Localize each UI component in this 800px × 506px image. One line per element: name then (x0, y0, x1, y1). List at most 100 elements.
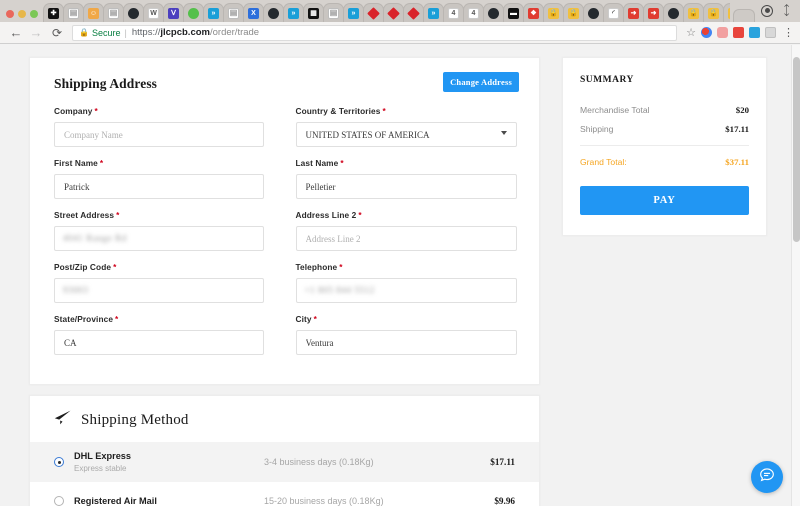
circle-icon (188, 7, 199, 19)
tab-chevron-2[interactable]: » (283, 3, 304, 22)
tab-pin[interactable]: ❖ (523, 3, 544, 22)
shipping-option-row[interactable]: Registered Air Mail 15-20 business days (… (30, 482, 539, 506)
redacted-telephone[interactable]: +1 805 844 5512 (295, 278, 517, 303)
tab-four-2[interactable]: 4 (463, 3, 484, 22)
arrow-right-icon: ➜ (628, 7, 639, 19)
redacted-post-zip-code[interactable]: 93003 (54, 278, 264, 303)
maximize-window-button[interactable] (30, 10, 38, 18)
adblock-ext-icon[interactable] (733, 27, 744, 38)
forward-button[interactable]: → (26, 25, 46, 40)
pay-button[interactable]: PAY (580, 186, 749, 215)
select-country[interactable] (295, 122, 517, 147)
tab-github-3[interactable] (483, 3, 504, 22)
new-tab-button[interactable] (733, 9, 756, 22)
browser-toolbar: ← → ⟳ 🔒 Secure | https:// jlcpcb.com /or… (0, 22, 800, 44)
field-city: City * (286, 314, 517, 355)
change-address-button[interactable]: Change Address (443, 72, 519, 92)
tab-diamond-1[interactable] (363, 3, 384, 22)
tab-github-5[interactable] (663, 3, 684, 22)
scrollbar-thumb[interactable] (793, 57, 800, 242)
tab-excel[interactable]: X (243, 3, 264, 22)
tab-lock-5[interactable]: 🔒 (723, 3, 731, 22)
tab-github-4[interactable] (583, 3, 604, 22)
misc-ext-icon[interactable] (765, 27, 776, 38)
input-last-name[interactable] (295, 174, 517, 199)
tab-four-1[interactable]: 4 (443, 3, 464, 22)
expand-icon[interactable]: ⤢ (778, 2, 795, 19)
tab-wiki[interactable]: W (143, 3, 164, 22)
shipping-option-name: DHL Express (74, 451, 132, 461)
redacted-street-address[interactable]: 4041 Range Rd (54, 226, 264, 251)
tab-doc-3[interactable]: ▤ (223, 3, 244, 22)
input-company[interactable] (54, 122, 264, 147)
tab-emoji[interactable]: ☺ (83, 3, 104, 22)
required-marker: * (113, 262, 117, 272)
bookmark-star-icon[interactable]: ☆ (686, 26, 696, 39)
tab-arrow-1[interactable]: ➜ (623, 3, 644, 22)
input-state-province[interactable] (54, 330, 264, 355)
tab-terminal[interactable]: ▬ (503, 3, 524, 22)
radio-shipping-option-1[interactable] (54, 496, 64, 506)
tab-green[interactable] (183, 3, 204, 22)
required-marker: * (94, 106, 98, 116)
tab-github-1[interactable] (123, 3, 144, 22)
address-bar[interactable]: 🔒 Secure | https:// jlcpcb.com /order/tr… (72, 24, 678, 41)
lock-icon: 🔒 (728, 7, 731, 19)
tab-doc-1[interactable]: ▤ (63, 3, 84, 22)
required-marker: * (358, 210, 362, 220)
tab-lock-1[interactable]: 🔒 (543, 3, 564, 22)
window-controls[interactable] (4, 10, 43, 22)
label-street-address: Street Address * (54, 210, 120, 220)
tab-lock-4[interactable]: 🔒 (703, 3, 724, 22)
input-first-name[interactable] (54, 174, 264, 199)
plus-icon: ✚ (48, 7, 59, 19)
summary-title: SUMMARY (580, 75, 634, 85)
tab-chevron-1[interactable]: » (203, 3, 224, 22)
input-telephone[interactable] (295, 278, 517, 303)
profile-avatar-icon[interactable] (761, 4, 774, 17)
lock-icon: 🔒 (548, 7, 559, 19)
tab-arrow-2[interactable]: ➜ (643, 3, 664, 22)
tab-diamond-2[interactable] (383, 3, 404, 22)
reload-button[interactable]: ⟳ (46, 26, 68, 40)
support-chat-button[interactable] (751, 461, 783, 493)
terminal-icon: ▬ (508, 7, 519, 19)
tab-app-blue[interactable]: ᐯ (163, 3, 184, 22)
input-city[interactable] (295, 330, 517, 355)
input-address-line-2[interactable] (295, 226, 517, 251)
tab-chevron-3[interactable]: » (343, 3, 364, 22)
tab-list: ✚▤☺▤Wᐯ»▤X»▦▤»»44▬❖🔒🔒◜➜➜🔒🔒🔒▶3D✕◑ (43, 1, 731, 22)
input-post-zip-code[interactable] (54, 278, 264, 303)
shipping-option-row[interactable]: DHL Express Express stable 3-4 business da… (30, 442, 539, 482)
back-button[interactable]: ← (6, 25, 26, 40)
cloud-ext-icon[interactable] (717, 27, 728, 38)
github-icon (488, 7, 499, 19)
tab-diamond-3[interactable] (403, 3, 424, 22)
input-street-address[interactable] (54, 226, 264, 251)
tab-github-2[interactable] (263, 3, 284, 22)
label-city: City * (295, 314, 317, 324)
input-country[interactable] (295, 122, 517, 147)
tab-chevron-4[interactable]: » (423, 3, 444, 22)
required-marker: * (339, 262, 343, 272)
chrome-ext-icon[interactable] (701, 27, 712, 38)
tab-plus[interactable]: ✚ (43, 3, 64, 22)
translate-ext-icon[interactable] (749, 27, 760, 38)
github-icon (668, 7, 679, 19)
radio-shipping-option-0[interactable] (54, 457, 64, 467)
github-icon (128, 7, 139, 19)
tab-lock-3[interactable]: 🔒 (683, 3, 704, 22)
grand-total-value: $37.11 (725, 157, 749, 167)
tab-doc-4[interactable]: ▤ (323, 3, 344, 22)
summary-divider (580, 145, 749, 146)
tab-doc-2[interactable]: ▤ (103, 3, 124, 22)
page-scrollbar[interactable] (791, 45, 800, 506)
minimize-window-button[interactable] (18, 10, 26, 18)
document-icon: ▤ (68, 7, 79, 19)
tab-grid[interactable]: ▦ (303, 3, 324, 22)
tab-curve[interactable]: ◜ (603, 3, 624, 22)
chevron-icon: » (428, 7, 439, 19)
chrome-menu-icon[interactable]: ⋮ (783, 26, 794, 39)
tab-lock-2[interactable]: 🔒 (563, 3, 584, 22)
close-window-button[interactable] (6, 10, 14, 18)
